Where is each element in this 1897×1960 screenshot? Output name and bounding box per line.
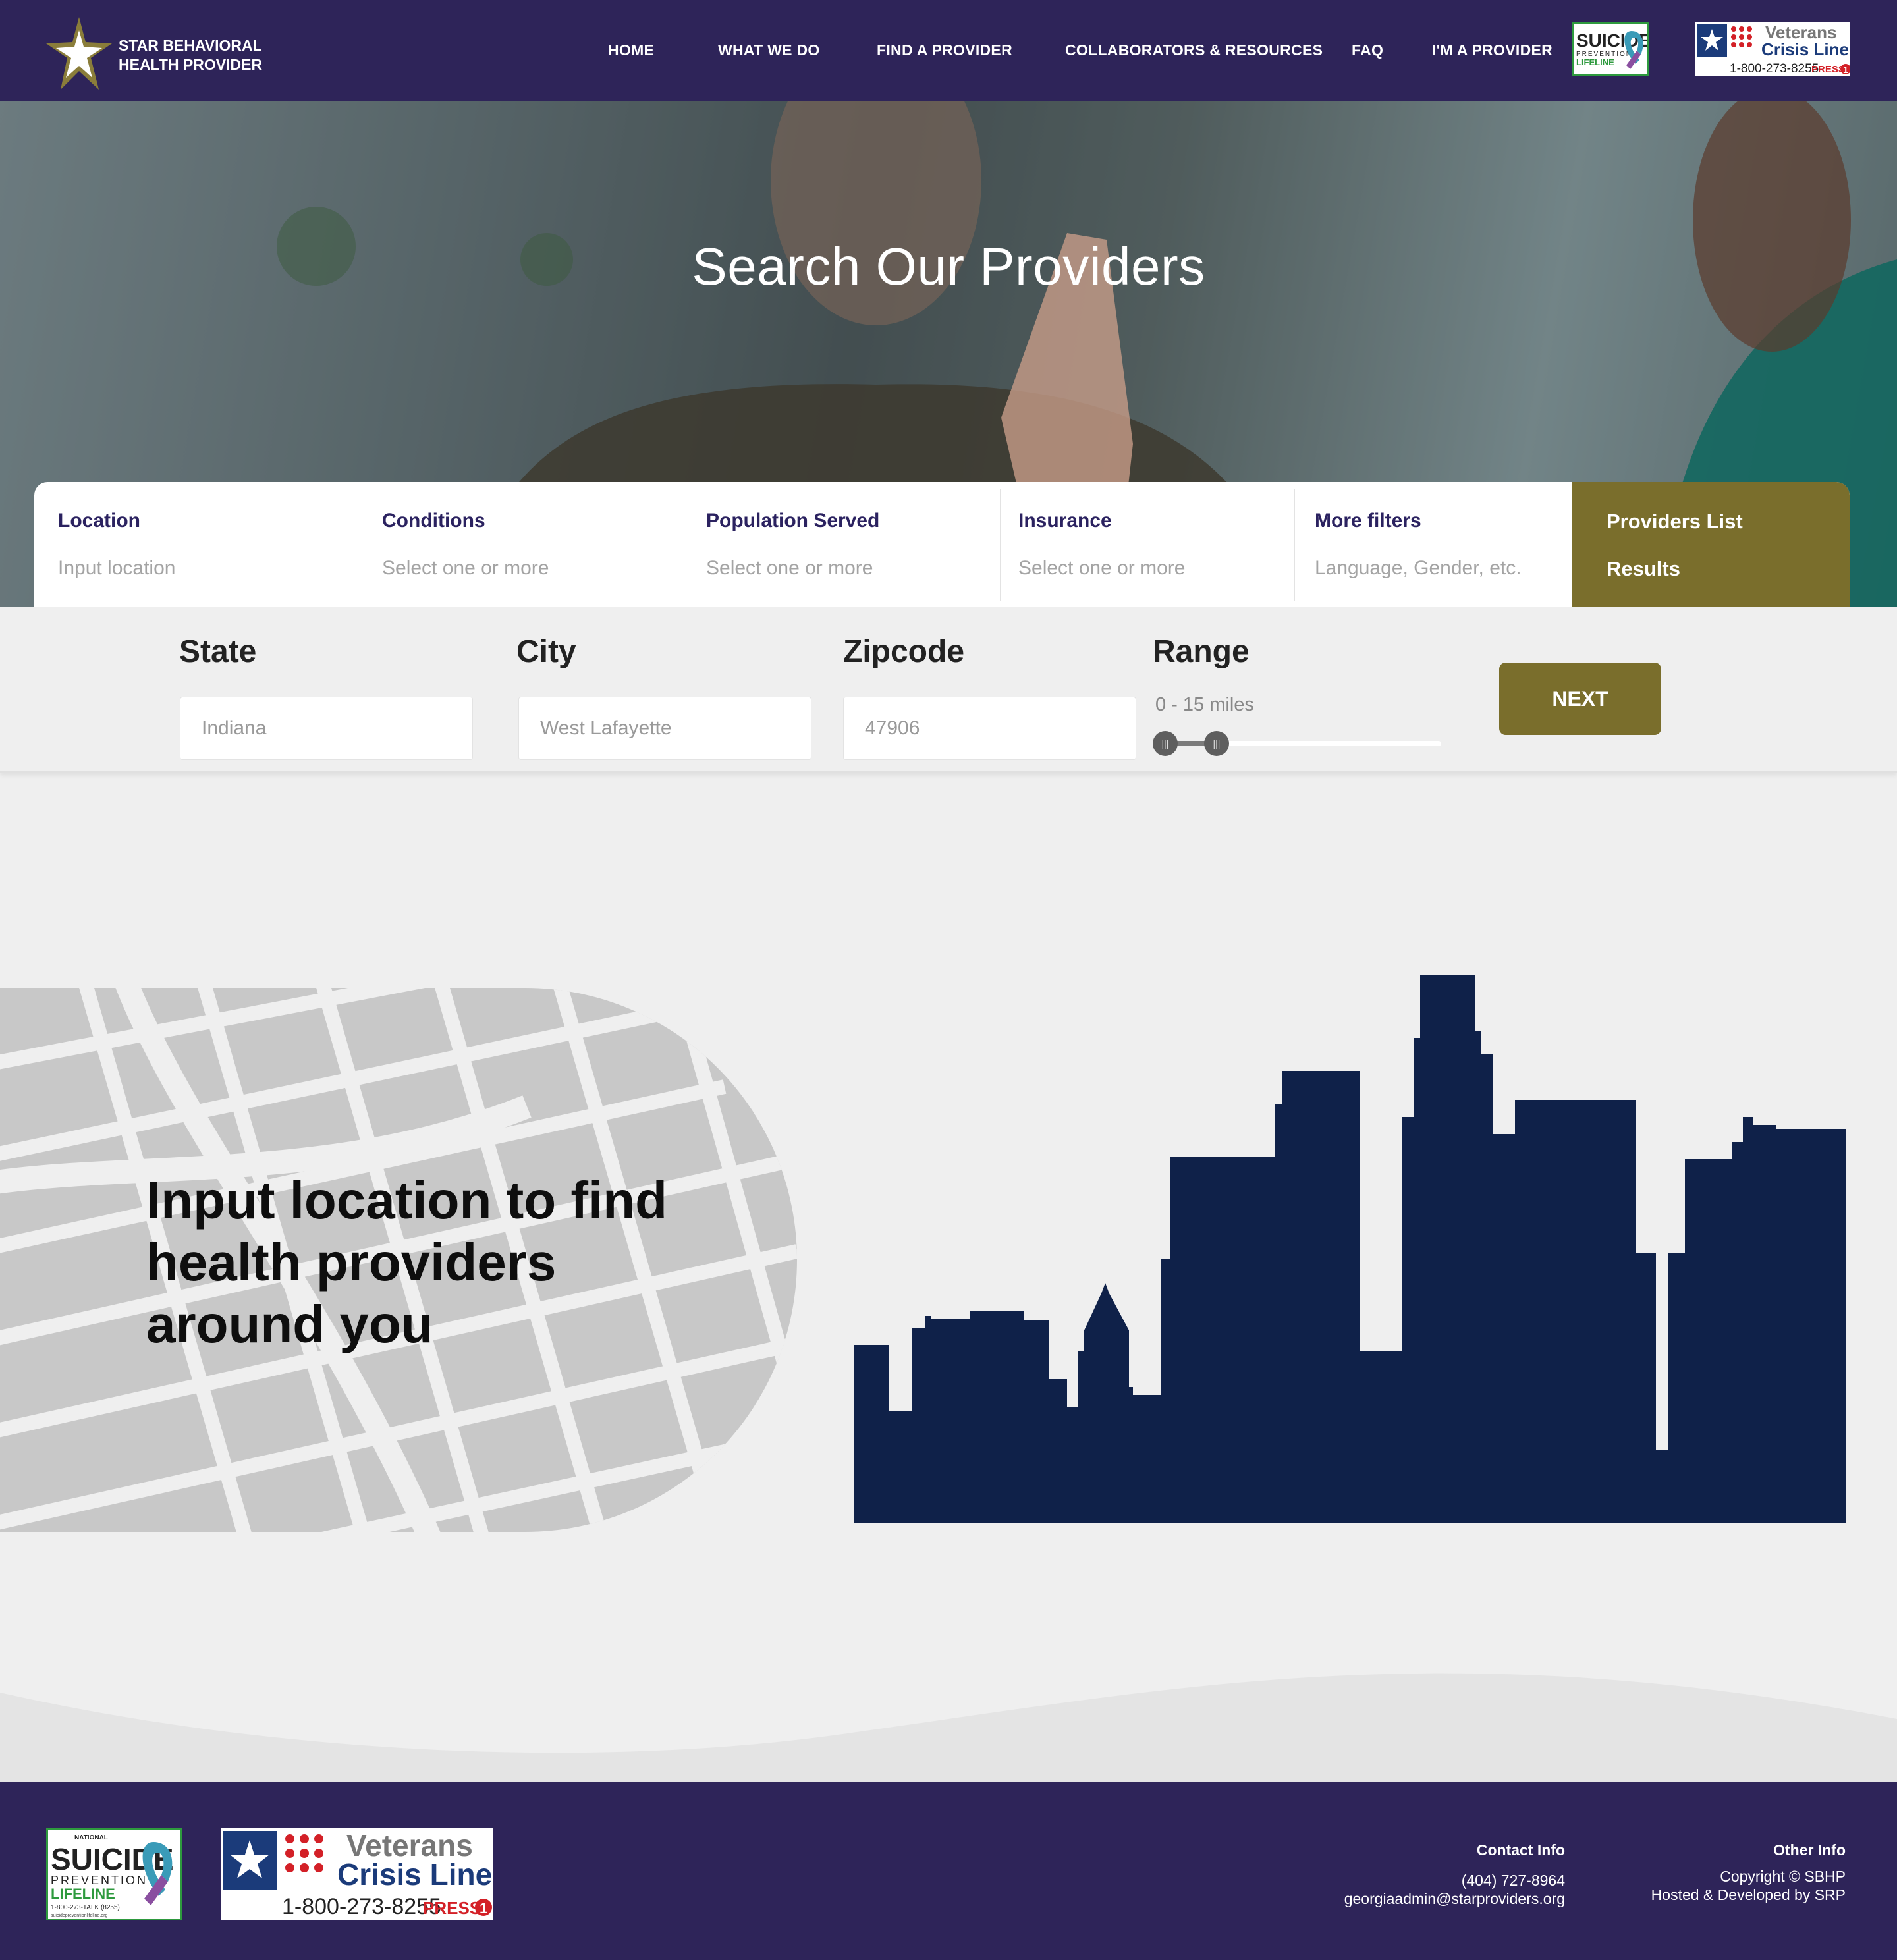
brand-name-line1: STAR BEHAVIORAL (119, 37, 262, 54)
state-input[interactable] (180, 697, 473, 760)
range-min-handle[interactable]: ||| (1153, 731, 1178, 756)
nav-find-a-provider[interactable]: FIND A PROVIDER (877, 41, 1012, 59)
footer-lifeline-logo-icon: NATIONAL SUICIDE PREVENTION LIFELINE 1-8… (51, 1834, 174, 1918)
lifeline-logo-icon: SUICIDE PREVENTION LIFELINE (1576, 30, 1651, 69)
nav-collaborators-resources[interactable]: COLLABORATORS & RESOURCES (1065, 41, 1323, 59)
contact-email[interactable]: georgiaadmin@starproviders.org (1344, 1890, 1565, 1908)
range-max-handle[interactable]: ||| (1204, 731, 1229, 756)
zipcode-label: Zipcode (843, 634, 965, 669)
footer-veterans-crisis-line-badge[interactable]: Veterans Crisis Line 1-800-273-8255 PRES… (221, 1828, 493, 1920)
city-skyline-icon (854, 972, 1846, 1523)
footer-lifeline-word2: LIFELINE (51, 1886, 115, 1902)
provider-filter-bar: Location Input location Conditions Selec… (34, 482, 1850, 607)
map-message: Input location to find health providers … (146, 1171, 667, 1353)
providers-list-results-button[interactable]: Providers List Results (1572, 482, 1850, 607)
zipcode-input[interactable] (843, 697, 1136, 760)
filter-population-placeholder: Select one or more (706, 557, 873, 579)
hosted-by-text: Hosted & Developed by SRP (1651, 1886, 1846, 1903)
city-label: City (516, 634, 576, 669)
filter-conditions-placeholder: Select one or more (382, 557, 549, 579)
suicide-prevention-lifeline-badge[interactable]: SUICIDE PREVENTION LIFELINE (1572, 22, 1651, 76)
nav-home[interactable]: HOME (608, 41, 654, 59)
veterans-crisis-line-badge[interactable]: Veterans Crisis Line 1-800-273-8255 PRES… (1695, 22, 1851, 76)
site-header: STAR BEHAVIORAL HEALTH PROVIDER HOME WHA… (0, 0, 1897, 101)
filter-more-placeholder: Language, Gender, etc. (1315, 557, 1522, 579)
filter-conditions-label: Conditions (382, 510, 485, 531)
footer-lifeline-national: NATIONAL (74, 1834, 108, 1841)
results-line1: Providers List (1607, 510, 1743, 533)
state-label: State (179, 634, 257, 669)
brand-name-line2: HEALTH PROVIDER (119, 56, 263, 73)
results-line2: Results (1607, 557, 1680, 580)
site-footer: NATIONAL SUICIDE PREVENTION LIFELINE 1-8… (0, 1782, 1897, 1960)
vcl-press: PRESS (1811, 64, 1845, 75)
vcl-press-num: 1 (1843, 65, 1848, 75)
location-form: State City Zipcode Range 0 - 15 miles ||… (0, 607, 1897, 773)
copyright-text: Copyright © SBHP (1720, 1868, 1846, 1885)
range-label: Range (1153, 634, 1250, 669)
wave-divider (0, 1673, 1897, 1782)
footer-vcl-press: PRESS (423, 1898, 481, 1918)
footer-lifeline-phone: 1-800-273-TALK (8255) (51, 1904, 120, 1911)
contact-info-title: Contact Info (1476, 1841, 1565, 1859)
footer-vcl-press-num: 1 (480, 1900, 487, 1917)
footer-lifeline-sub: PREVENTION (51, 1874, 148, 1887)
nav-im-a-provider[interactable]: I'M A PROVIDER (1432, 41, 1553, 59)
veterans-crisis-line-logo-icon: Veterans Crisis Line 1-800-273-8255 PRES… (1697, 22, 1851, 76)
footer-suicide-prevention-lifeline-badge[interactable]: NATIONAL SUICIDE PREVENTION LIFELINE 1-8… (46, 1828, 182, 1920)
filter-location-placeholder: Input location (58, 557, 176, 579)
other-info-title: Other Info (1773, 1841, 1846, 1859)
range-value: 0 - 15 miles (1155, 694, 1254, 715)
filter-location-label: Location (58, 510, 140, 531)
contact-phone[interactable]: (404) 727-8964 (1462, 1872, 1565, 1890)
footer-vcl-phone: 1-800-273-8255 (282, 1894, 441, 1919)
footer-lifeline-url: suicidepreventionlifeline.org (51, 1913, 107, 1918)
filter-insurance-label: Insurance (1018, 510, 1112, 531)
footer-veterans-crisis-line-logo-icon: Veterans Crisis Line 1-800-273-8255 PRES… (223, 1828, 492, 1919)
filter-insurance-placeholder: Select one or more (1018, 557, 1186, 579)
page-title: Search Our Providers (692, 237, 1205, 296)
star-logo-icon[interactable] (46, 17, 112, 90)
filter-more-label: More filters (1315, 510, 1421, 531)
city-input[interactable] (518, 697, 811, 760)
filter-divider (1294, 489, 1295, 601)
nav-faq[interactable]: FAQ (1352, 41, 1383, 59)
next-button[interactable]: NEXT (1499, 663, 1661, 735)
footer-vcl-line2: Crisis Line (337, 1857, 492, 1892)
filter-divider (1000, 489, 1001, 601)
filter-population-label: Population Served (706, 510, 880, 531)
vcl-line2: Crisis Line (1761, 40, 1849, 59)
lifeline-word2: LIFELINE (1576, 57, 1614, 67)
vcl-phone: 1-800-273-8255 (1730, 62, 1819, 76)
brand-name[interactable]: STAR BEHAVIORAL HEALTH PROVIDER (119, 36, 262, 74)
nav-what-we-do[interactable]: WHAT WE DO (718, 41, 820, 59)
